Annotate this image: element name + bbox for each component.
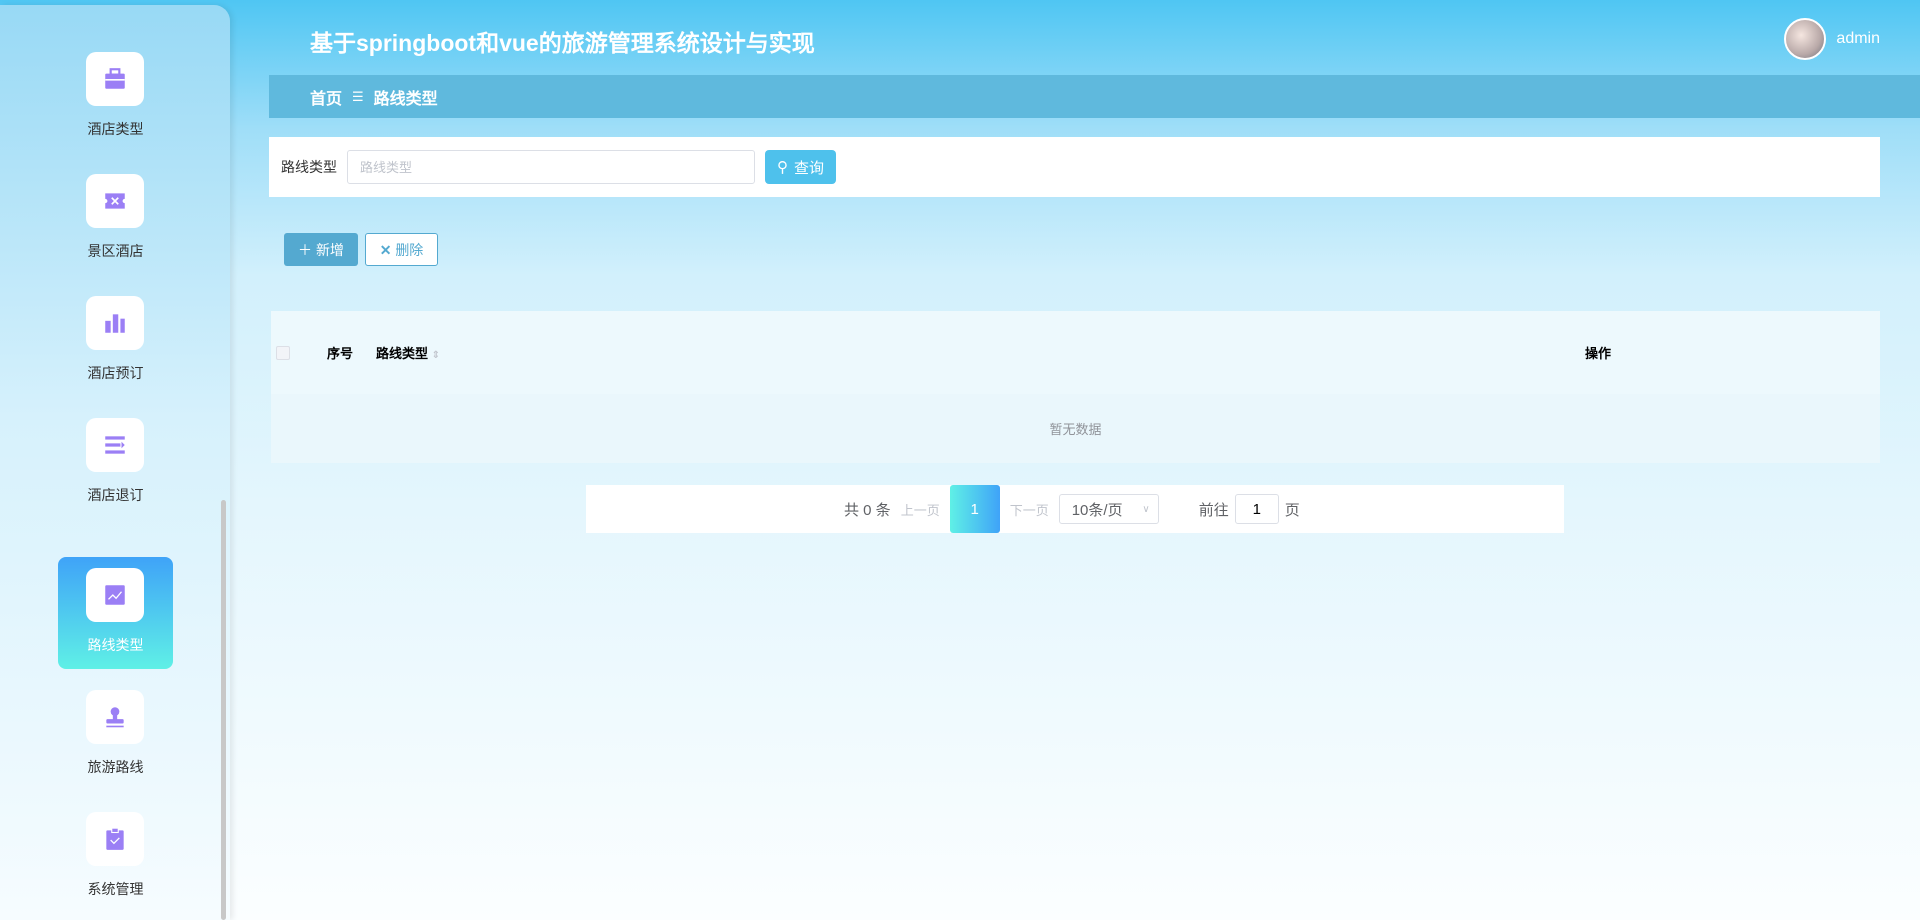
username: admin (1836, 30, 1880, 47)
stamp-icon (86, 690, 144, 744)
sidebar-item-label: 景区酒店 (87, 243, 144, 259)
sidebar: 酒店类型 景区酒店 酒店预订 酒店退订 路线类型 旅游路线 系统管理 (0, 5, 230, 920)
search-icon: ⚲ (777, 159, 788, 176)
chevron-down-icon: ∨ (1142, 503, 1150, 515)
sidebar-item-scenic-hotel[interactable]: 景区酒店 (58, 163, 173, 275)
bar-chart-icon (86, 296, 144, 350)
sidebar-item-label: 酒店类型 (87, 121, 144, 137)
delete-button-label: 删除 (395, 241, 424, 258)
breadcrumb: 首页 ☰ 路线类型 (269, 75, 1920, 118)
close-icon: ✕ (379, 241, 392, 258)
query-button-label: 查询 (794, 159, 825, 177)
user-menu[interactable]: admin (1784, 18, 1880, 60)
goto-label: 前往 (1198, 501, 1229, 519)
sidebar-item-travel-route[interactable]: 旅游路线 (58, 679, 173, 791)
next-page-button[interactable]: 下一页 (1010, 500, 1049, 519)
table-header: 序号 路线类型 ⇕ 操作 (271, 311, 1880, 394)
app-title: 基于springboot和vue的旅游管理系统设计与实现 (310, 30, 815, 56)
search-bar: 路线类型 ⚲ 查询 (269, 137, 1880, 197)
column-label: 路线类型 (376, 346, 429, 361)
select-all-checkbox[interactable] (276, 345, 290, 360)
sidebar-item-label: 旅游路线 (87, 759, 144, 775)
search-label: 路线类型 (281, 159, 337, 175)
page-size-value: 10条/页 (1071, 501, 1123, 519)
sidebar-item-hotel-booking[interactable]: 酒店预订 (58, 285, 173, 397)
sidebar-item-hotel-cancel[interactable]: 酒店退订 (58, 407, 173, 519)
prev-page-button[interactable]: 上一页 (901, 500, 940, 519)
avatar[interactable] (1784, 18, 1827, 60)
sidebar-item-label: 酒店退订 (87, 487, 144, 503)
ticket-icon (86, 174, 144, 228)
pagination: 共 0 条 上一页 1 下一页 10条/页 ∨ 前往 页 (586, 485, 1564, 533)
list-icon (86, 418, 144, 472)
briefcase-icon (86, 52, 144, 106)
column-header-index: 序号 (327, 346, 354, 361)
sidebar-item-hotel-type[interactable]: 酒店类型 (58, 41, 173, 153)
page-size-select[interactable]: 10条/页 ∨ (1058, 494, 1159, 524)
sidebar-item-route-type[interactable]: 路线类型 (58, 557, 173, 669)
add-button[interactable]: ＋ 新增 (284, 233, 358, 266)
breadcrumb-current: 路线类型 (373, 90, 438, 108)
empty-text: 暂无数据 (1049, 422, 1102, 437)
add-button-label: 新增 (315, 241, 344, 258)
clipboard-check-icon (86, 812, 144, 866)
search-input[interactable] (347, 150, 755, 184)
plus-icon: ＋ (298, 241, 313, 258)
column-header-actions: 操作 (1585, 346, 1612, 361)
data-table: 序号 路线类型 ⇕ 操作 暂无数据 (271, 311, 1880, 463)
sidebar-scrollbar[interactable] (221, 500, 226, 920)
sidebar-item-label: 酒店预订 (87, 365, 144, 381)
sort-icon[interactable]: ⇕ (432, 350, 440, 361)
sidebar-item-system[interactable]: 系统管理 (58, 801, 173, 913)
page-1-button[interactable]: 1 (949, 485, 1000, 533)
sidebar-item-label: 路线类型 (87, 637, 144, 653)
query-button[interactable]: ⚲ 查询 (765, 150, 837, 184)
column-header-route-type[interactable]: 路线类型 ⇕ (376, 343, 440, 362)
trend-chart-icon (86, 568, 144, 622)
delete-button[interactable]: ✕ 删除 (365, 233, 438, 266)
sidebar-item-label: 系统管理 (87, 881, 144, 897)
empty-row: 暂无数据 (271, 394, 1880, 463)
goto-suffix: 页 (1284, 501, 1300, 519)
pagination-total: 共 0 条 (844, 501, 891, 519)
breadcrumb-home[interactable]: 首页 (310, 85, 342, 109)
goto-page-input[interactable] (1234, 494, 1279, 524)
breadcrumb-separator-icon: ☰ (352, 88, 364, 104)
